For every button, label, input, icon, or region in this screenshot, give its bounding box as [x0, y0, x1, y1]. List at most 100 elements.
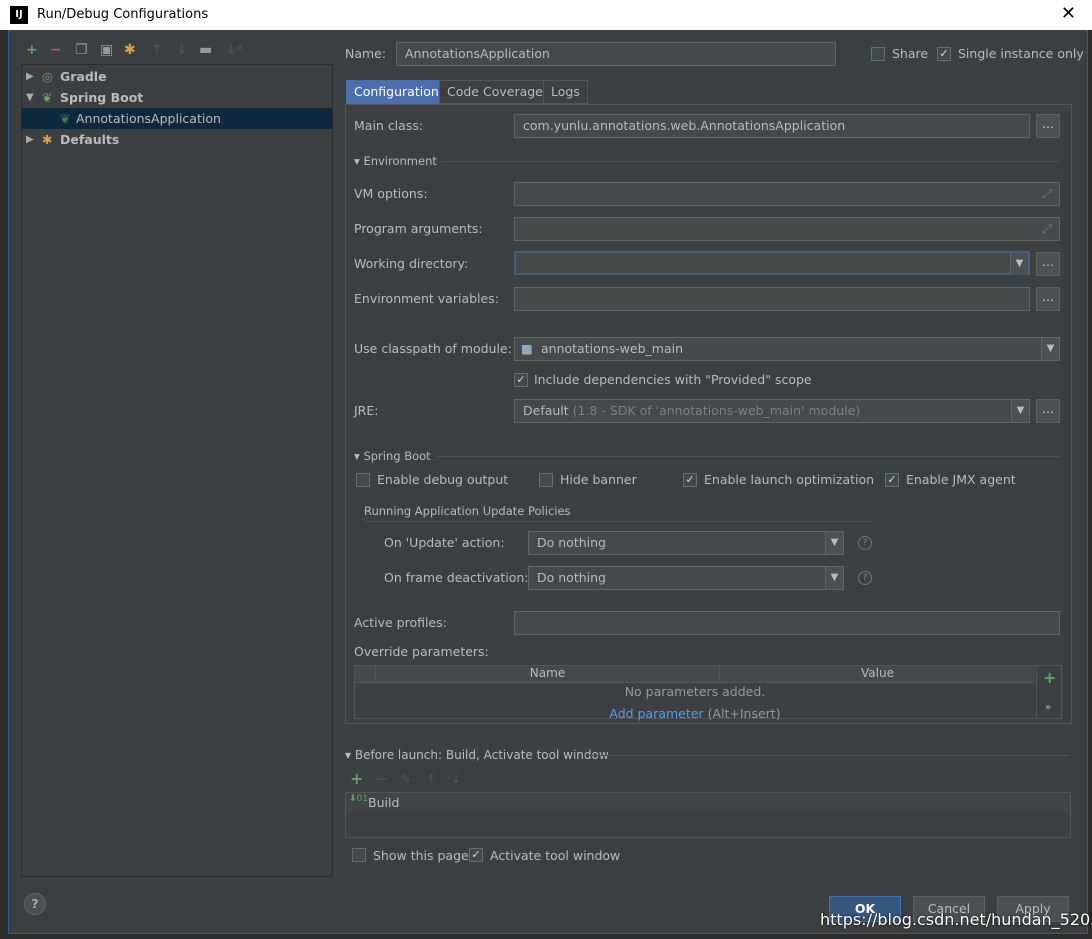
help-icon[interactable]: ?	[858, 536, 872, 550]
active-profiles-input[interactable]	[514, 611, 1060, 635]
override-table: Name Value No parameters added. Add para…	[354, 665, 1062, 721]
spring-boot-title: Spring Boot	[363, 449, 431, 463]
add-icon[interactable]: +	[26, 42, 38, 58]
chevron-down-icon[interactable]: ▼	[1011, 400, 1029, 422]
gradle-icon: ◎	[42, 69, 53, 84]
divider	[442, 161, 1060, 162]
vm-options-label: VM options:	[354, 186, 428, 201]
tree-item-spring-boot[interactable]: ▼ ❦ Spring Boot	[22, 87, 332, 108]
jre-select[interactable]: Default (1.8 - SDK of 'annotations-web_m…	[514, 399, 1030, 423]
help-icon[interactable]: ?	[858, 571, 872, 585]
hide-banner-label: Hide banner	[560, 472, 637, 487]
chevron-down-icon[interactable]: ▼	[825, 567, 843, 589]
tab-code-coverage[interactable]: Code Coverage	[439, 80, 551, 104]
empty-text: No parameters added.	[624, 684, 766, 699]
arrow-down-icon[interactable]: ↓	[176, 42, 188, 58]
program-arguments-label: Program arguments:	[354, 221, 483, 236]
jre-hint: (1.8 - SDK of 'annotations-web_main' mod…	[572, 403, 861, 418]
chevron-down-icon[interactable]: ▼	[825, 532, 843, 554]
jre-value: Default	[523, 403, 569, 418]
launch-optimization-label: Enable launch optimization	[704, 472, 875, 487]
tab-logs[interactable]: Logs	[543, 80, 588, 104]
add-icon[interactable]: +	[1043, 668, 1056, 687]
jmx-agent-checkbox[interactable]: ✓	[885, 473, 899, 487]
window-title: Run/Debug Configurations	[37, 7, 209, 22]
share-checkbox[interactable]	[871, 47, 885, 61]
main-class-input[interactable]: com.yunlu.annotations.web.AnnotationsApp…	[514, 114, 1030, 138]
working-directory-label: Working directory:	[354, 256, 469, 271]
classpath-select[interactable]: ■ annotations-web_main ▼	[514, 337, 1060, 361]
chevron-down-icon[interactable]: ▼	[1041, 338, 1059, 360]
policies-title: Running Application Update Policies	[364, 504, 571, 518]
spring-boot-icon: ❦	[60, 111, 71, 126]
include-deps-label: Include dependencies with "Provided" sco…	[534, 372, 812, 387]
chevron-down-icon[interactable]: ▼	[1010, 253, 1028, 275]
edit-icon[interactable]: ✎	[400, 771, 410, 786]
divider	[364, 521, 872, 522]
name-input[interactable]: AnnotationsApplication	[396, 42, 836, 66]
remove-icon[interactable]: −	[375, 769, 388, 788]
expand-icon[interactable]: ⤢	[1042, 186, 1052, 202]
on-frame-value: Do nothing	[537, 570, 606, 585]
debug-output-label: Enable debug output	[377, 472, 509, 487]
before-launch-list: ⬇01 Build	[345, 792, 1071, 838]
on-update-value: Do nothing	[537, 535, 606, 550]
column-value[interactable]: Value	[719, 666, 1035, 680]
activate-tool-window-label: Activate tool window	[490, 848, 621, 863]
environment-variables-input[interactable]	[514, 287, 1030, 311]
title-bar: IJ Run/Debug Configurations ✕	[0, 0, 1092, 30]
show-page-label: Show this page	[373, 848, 469, 863]
remove-icon[interactable]: −	[50, 42, 62, 58]
working-directory-input[interactable]: ▼	[514, 251, 1030, 275]
column-name[interactable]: Name	[375, 666, 719, 680]
tree-item-annotations-application[interactable]: ❦ AnnotationsApplication	[22, 108, 332, 129]
debug-output-checkbox[interactable]	[356, 473, 370, 487]
add-parameter-link[interactable]: Add parameter	[609, 706, 703, 721]
wrench-icon: ✱	[42, 132, 53, 147]
module-icon: ■	[521, 341, 533, 356]
before-launch-title: Before launch: Build, Activate tool wind…	[354, 748, 609, 762]
on-update-select[interactable]: Do nothing ▼	[528, 531, 844, 555]
program-arguments-input[interactable]	[514, 217, 1060, 241]
arrow-down-icon[interactable]: ↓	[451, 771, 461, 786]
arrow-up-icon[interactable]: ↑	[426, 771, 436, 786]
on-frame-select[interactable]: Do nothing ▼	[528, 566, 844, 590]
classpath-value: annotations-web_main	[541, 341, 684, 356]
wrench-icon[interactable]: ✱	[124, 42, 136, 58]
jre-label: JRE:	[354, 403, 379, 418]
expand-icon[interactable]: ⤢	[1042, 221, 1052, 237]
browse-button[interactable]: ...	[1036, 114, 1060, 138]
browse-button[interactable]: ...	[1036, 252, 1060, 276]
name-label: Name:	[345, 46, 387, 61]
launch-optimization-checkbox[interactable]: ✓	[683, 473, 697, 487]
list-item[interactable]: ⬇01 Build	[346, 793, 1070, 813]
main-class-label: Main class:	[354, 118, 424, 133]
on-frame-label: On frame deactivation:	[384, 570, 529, 585]
build-icon: ⬇01	[349, 794, 368, 804]
environment-section[interactable]: ▾ Environment	[354, 154, 437, 168]
hide-banner-checkbox[interactable]	[539, 473, 553, 487]
include-deps-checkbox[interactable]: ✓	[514, 373, 528, 387]
save-icon[interactable]: ▣	[100, 42, 113, 58]
more-icon[interactable]: »	[1045, 702, 1051, 713]
browse-button[interactable]: ...	[1036, 399, 1060, 423]
folder-icon[interactable]: ▬	[199, 42, 212, 58]
vm-options-input[interactable]	[514, 182, 1060, 206]
spring-boot-section[interactable]: ▾ Spring Boot	[354, 449, 431, 463]
before-launch-section[interactable]: ▾ Before launch: Build, Activate tool wi…	[345, 748, 609, 762]
show-page-checkbox[interactable]	[352, 848, 366, 862]
build-label: Build	[368, 795, 400, 810]
close-icon[interactable]: ✕	[1061, 3, 1076, 24]
override-label: Override parameters:	[354, 644, 489, 659]
single-instance-checkbox[interactable]: ✓	[937, 47, 951, 61]
add-icon[interactable]: +	[350, 769, 363, 788]
tab-configuration[interactable]: Configuration	[346, 80, 447, 104]
activate-tool-window-checkbox[interactable]: ✓	[469, 848, 483, 862]
tree-item-defaults[interactable]: ▶ ✱ Defaults	[22, 129, 332, 150]
browse-button[interactable]: ...	[1036, 287, 1060, 311]
copy-icon[interactable]: ❐	[75, 42, 88, 58]
help-icon[interactable]: ?	[24, 893, 46, 915]
sort-icon[interactable]: ↓ᵃ	[225, 42, 242, 58]
arrow-up-icon[interactable]: ↑	[151, 42, 163, 58]
tree-item-gradle[interactable]: ▶ ◎ Gradle	[22, 66, 332, 87]
